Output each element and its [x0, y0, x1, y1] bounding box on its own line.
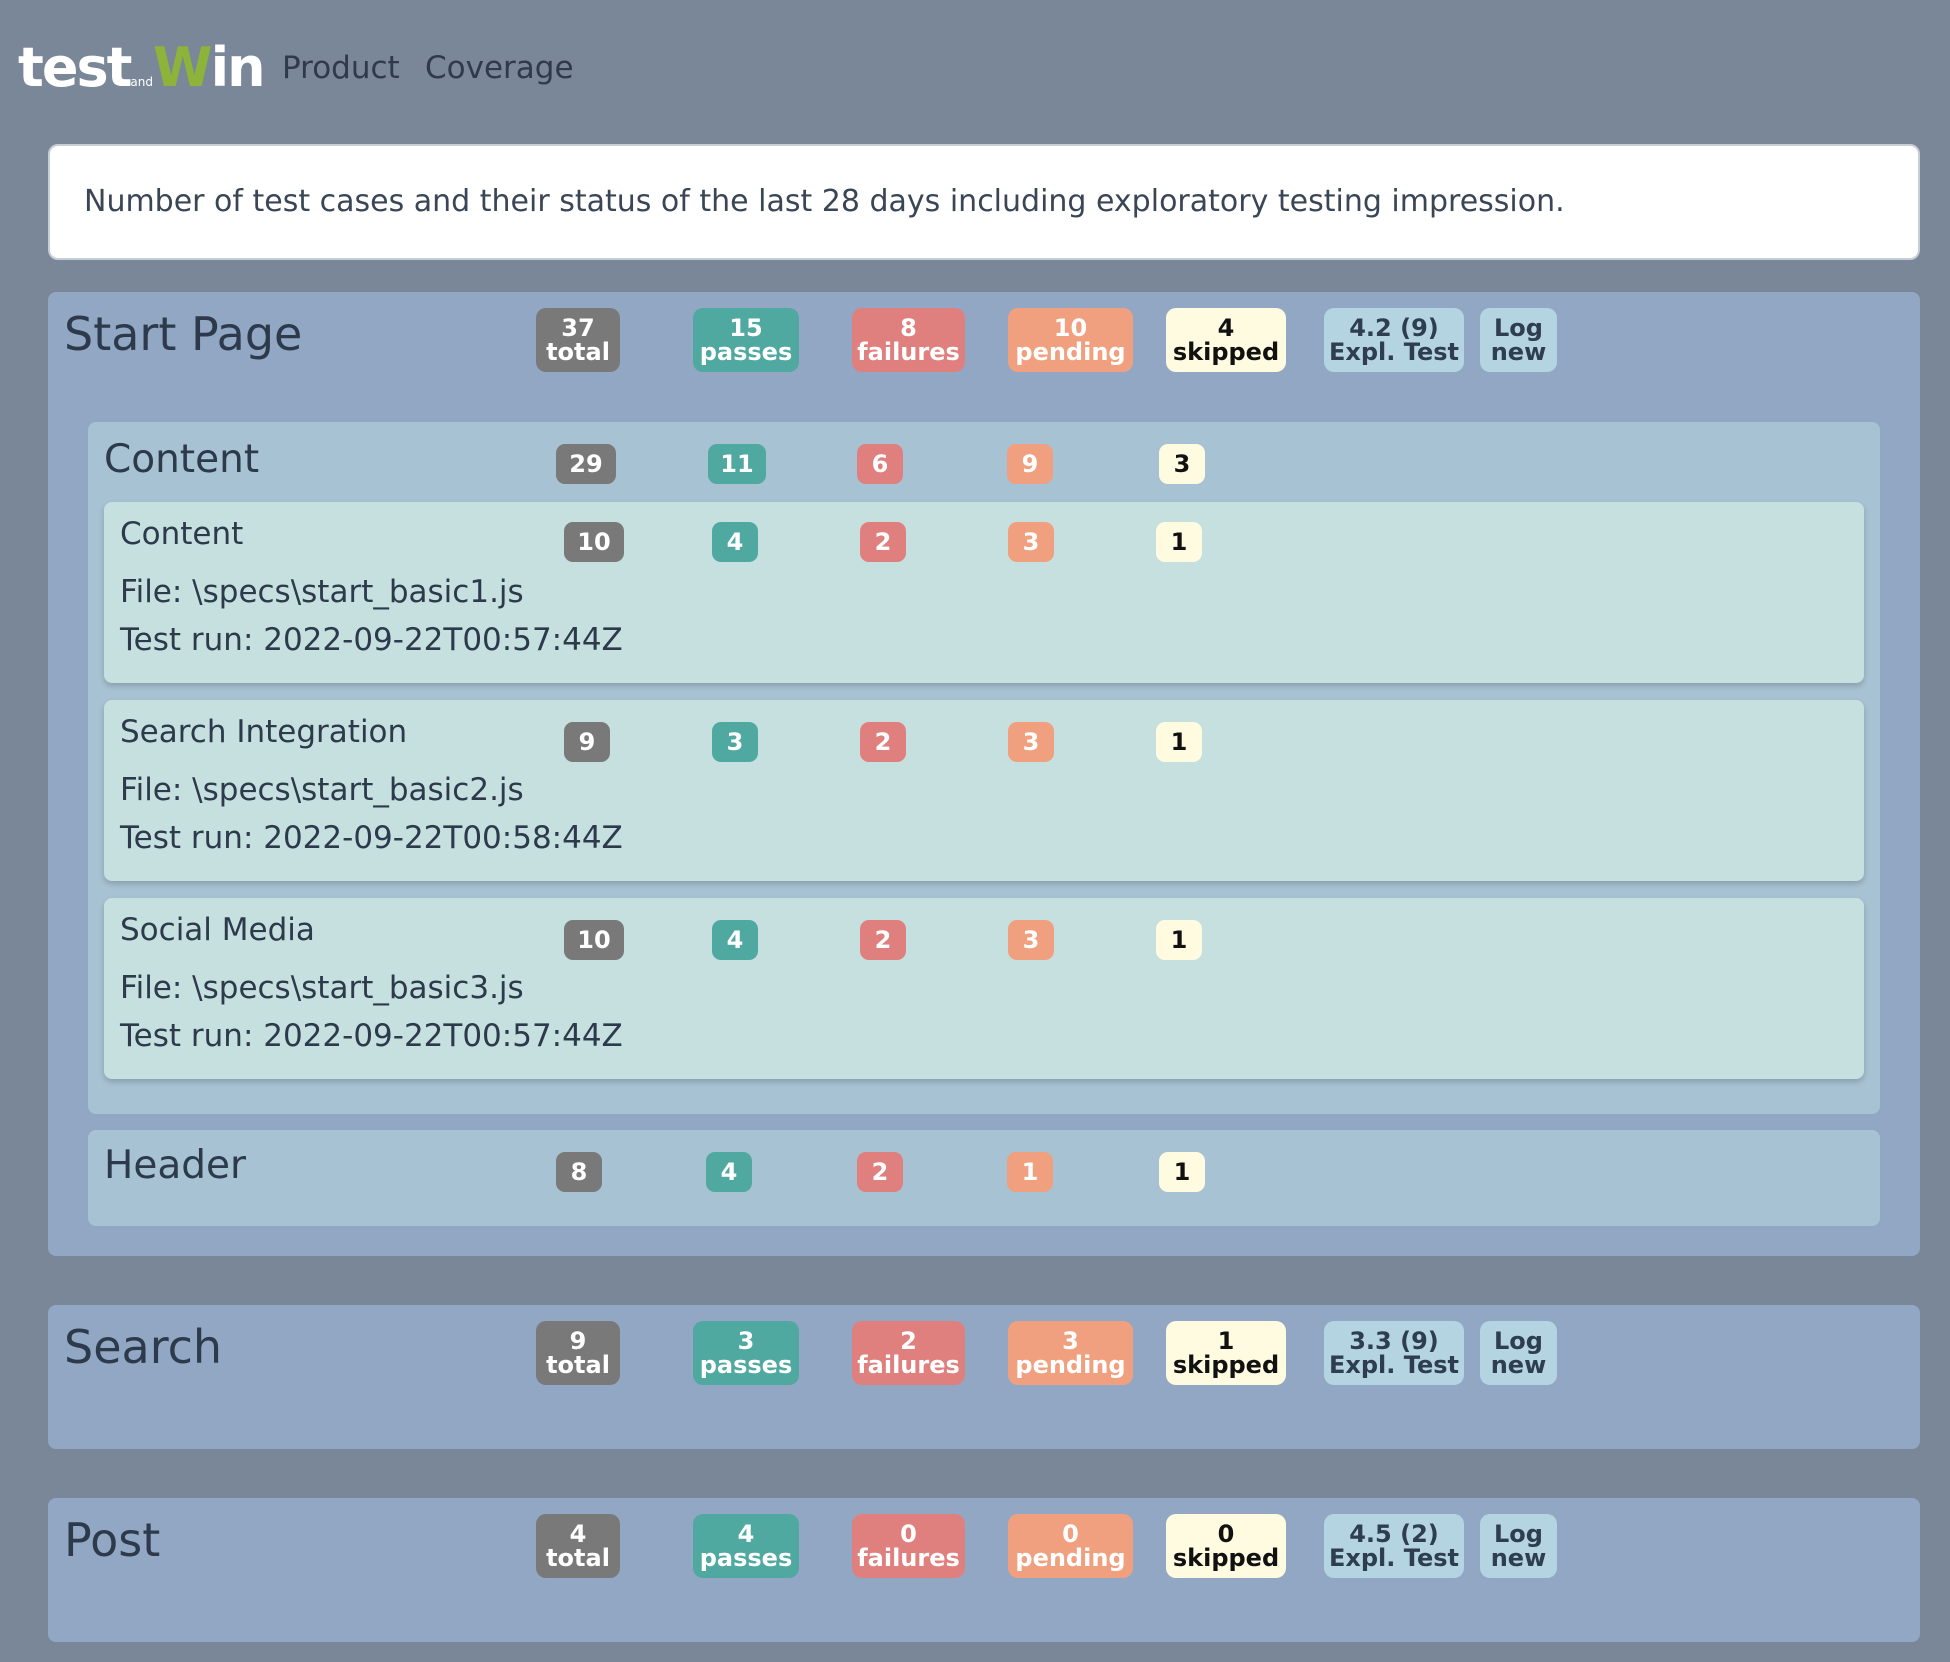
section-post: Post 4 total 4 passes 0 failures 0 pending 0… [48, 1498, 1920, 1642]
skipped-badge: 0 skipped [1166, 1514, 1286, 1578]
subgroup-title: Header [104, 1143, 247, 1188]
expl-test-badge[interactable]: 4.2 (9) Expl. Test [1324, 308, 1464, 372]
spec-file: File: \specs\start_basic1.js [120, 574, 524, 610]
pending-count: 1 [1007, 1152, 1053, 1192]
failures-count: 2 [857, 1152, 903, 1192]
logo-text-end: in [210, 36, 266, 99]
skipped-count: 1 [1156, 920, 1202, 960]
spec-test-run: Test run: 2022-09-22T00:58:44Z [120, 820, 623, 856]
total-badge: 37 total [536, 308, 620, 372]
passes-badge: 15 passes [693, 308, 799, 372]
pending-count: 9 [1007, 444, 1053, 484]
pending-badge: 10 pending [1008, 308, 1133, 372]
skipped-badge: 1 skipped [1166, 1321, 1286, 1385]
logo-text: test [18, 36, 132, 99]
passes-badge: 3 passes [693, 1321, 799, 1385]
log-new-button[interactable]: Log new [1480, 1321, 1557, 1385]
total-badge: 4 total [536, 1514, 620, 1578]
info-panel: Number of test cases and their status of… [48, 144, 1920, 260]
passes-badge: 4 passes [693, 1514, 799, 1578]
spec-file: File: \specs\start_basic3.js [120, 970, 524, 1006]
skipped-badge: 4 skipped [1166, 308, 1286, 372]
section-title: Start Page [64, 307, 303, 361]
section-search: Search 9 total 3 passes 2 failures 3 pending… [48, 1305, 1920, 1449]
subgroup-header: Header 8 4 2 1 1 [88, 1130, 1880, 1226]
spec-file: File: \specs\start_basic2.js [120, 772, 524, 808]
total-count: 10 [564, 522, 624, 562]
passes-count: 3 [712, 722, 758, 762]
passes-count: 11 [708, 444, 766, 484]
pending-badge: 0 pending [1008, 1514, 1133, 1578]
skipped-count: 1 [1156, 722, 1202, 762]
skipped-count: 1 [1159, 1152, 1205, 1192]
log-new-button[interactable]: Log new [1480, 1514, 1557, 1578]
spec-test-run: Test run: 2022-09-22T00:57:44Z [120, 622, 623, 658]
nav-link-product[interactable]: Product [282, 48, 400, 88]
failures-badge: 2 failures [852, 1321, 965, 1385]
log-new-button[interactable]: Log new [1480, 308, 1557, 372]
expl-test-badge[interactable]: 3.3 (9) Expl. Test [1324, 1321, 1464, 1385]
spec-title: Search Integration [120, 714, 408, 750]
passes-count: 4 [706, 1152, 752, 1192]
total-count: 9 [564, 722, 610, 762]
spec-test-run: Test run: 2022-09-22T00:57:44Z [120, 1018, 623, 1054]
logo[interactable]: testandWin [18, 36, 266, 100]
pending-count: 3 [1008, 722, 1054, 762]
nav-link-coverage[interactable]: Coverage [425, 48, 574, 88]
expl-test-badge[interactable]: 4.5 (2) Expl. Test [1324, 1514, 1464, 1578]
pending-badge: 3 pending [1008, 1321, 1133, 1385]
pending-count: 3 [1008, 920, 1054, 960]
total-badge: 9 total [536, 1321, 620, 1385]
failures-count: 6 [857, 444, 903, 484]
passes-count: 4 [712, 522, 758, 562]
passes-count: 4 [712, 920, 758, 960]
pending-count: 3 [1008, 522, 1054, 562]
skipped-count: 1 [1156, 522, 1202, 562]
info-text: Number of test cases and their status of… [84, 184, 1565, 219]
skipped-count: 3 [1159, 444, 1205, 484]
total-count: 29 [556, 444, 616, 484]
spec-card: Search Integration File: \specs\start_ba… [104, 700, 1864, 881]
failures-badge: 8 failures [852, 308, 965, 372]
spec-title: Social Media [120, 912, 315, 948]
spec-title: Content [120, 516, 244, 552]
failures-badge: 0 failures [852, 1514, 965, 1578]
spec-card: Social Media File: \specs\start_basic3.j… [104, 898, 1864, 1079]
section-title: Search [64, 1320, 223, 1374]
logo-small-text: and [130, 75, 153, 89]
failures-count: 2 [860, 722, 906, 762]
subgroup-title: Content [104, 437, 260, 482]
failures-count: 2 [860, 920, 906, 960]
section-title: Post [64, 1513, 161, 1567]
total-count: 8 [556, 1152, 602, 1192]
logo-w: W [152, 36, 213, 99]
spec-card: Content File: \specs\start_basic1.js Tes… [104, 502, 1864, 683]
failures-count: 2 [860, 522, 906, 562]
total-count: 10 [564, 920, 624, 960]
